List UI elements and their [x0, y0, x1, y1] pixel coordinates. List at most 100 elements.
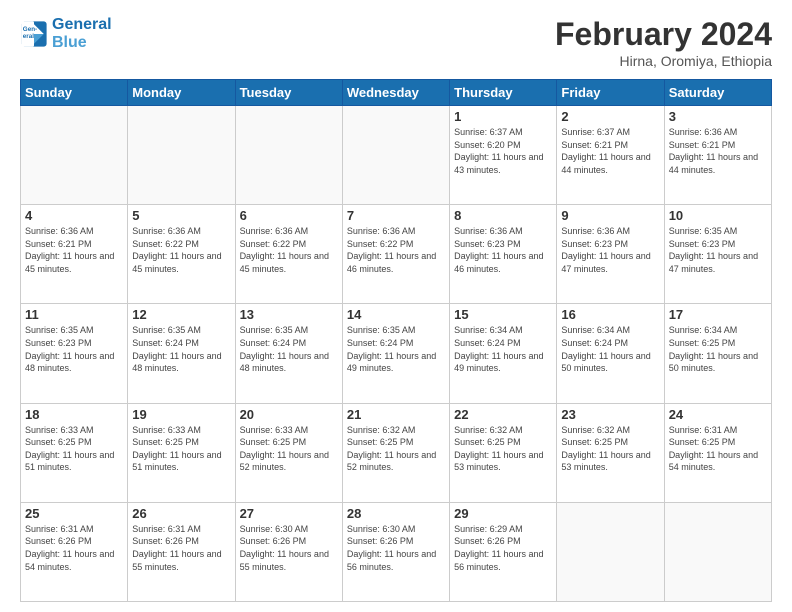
day-number: 4 — [25, 208, 123, 223]
week-row-2: 4 Sunrise: 6:36 AM Sunset: 6:21 PM Daylig… — [21, 205, 772, 304]
day-info: Sunrise: 6:34 AM Sunset: 6:24 PM Dayligh… — [561, 324, 659, 374]
day-cell: 4 Sunrise: 6:36 AM Sunset: 6:21 PM Daylig… — [21, 205, 128, 304]
day-info: Sunrise: 6:32 AM Sunset: 6:25 PM Dayligh… — [347, 424, 445, 474]
day-cell — [557, 502, 664, 601]
day-info: Sunrise: 6:29 AM Sunset: 6:26 PM Dayligh… — [454, 523, 552, 573]
day-cell: 23 Sunrise: 6:32 AM Sunset: 6:25 PM Dayli… — [557, 403, 664, 502]
day-number: 9 — [561, 208, 659, 223]
weekday-header-wednesday: Wednesday — [342, 80, 449, 106]
weekday-header-saturday: Saturday — [664, 80, 771, 106]
day-info: Sunrise: 6:35 AM Sunset: 6:23 PM Dayligh… — [25, 324, 123, 374]
day-cell: 11Sunrise: 6:35 AM Sunset: 6:23 PM Dayli… — [21, 304, 128, 403]
day-info: Sunrise: 6:34 AM Sunset: 6:24 PM Dayligh… — [454, 324, 552, 374]
weekday-header-friday: Friday — [557, 80, 664, 106]
day-info: Sunrise: 6:31 AM Sunset: 6:25 PM Dayligh… — [669, 424, 767, 474]
day-info: Sunrise: 6:32 AM Sunset: 6:25 PM Dayligh… — [561, 424, 659, 474]
weekday-header-tuesday: Tuesday — [235, 80, 342, 106]
day-info: Sunrise: 6:37 AM Sunset: 6:20 PM Dayligh… — [454, 126, 552, 176]
day-cell: 22 Sunrise: 6:32 AM Sunset: 6:25 PM Dayli… — [450, 403, 557, 502]
day-info: Sunrise: 6:36 AM Sunset: 6:22 PM Dayligh… — [240, 225, 338, 275]
day-cell: 12Sunrise: 6:35 AM Sunset: 6:24 PM Dayli… — [128, 304, 235, 403]
day-cell: 29 Sunrise: 6:29 AM Sunset: 6:26 PM Dayli… — [450, 502, 557, 601]
day-cell: 15 Sunrise: 6:34 AM Sunset: 6:24 PM Dayli… — [450, 304, 557, 403]
weekday-header-row: SundayMondayTuesdayWednesdayThursdayFrid… — [21, 80, 772, 106]
day-cell: 18 Sunrise: 6:33 AM Sunset: 6:25 PM Dayli… — [21, 403, 128, 502]
day-number: 6 — [240, 208, 338, 223]
day-cell — [21, 106, 128, 205]
day-info: Sunrise: 6:34 AM Sunset: 6:25 PM Dayligh… — [669, 324, 767, 374]
day-info: Sunrise: 6:35 AM Sunset: 6:24 PM Dayligh… — [347, 324, 445, 374]
day-cell: 25 Sunrise: 6:31 AM Sunset: 6:26 PM Dayli… — [21, 502, 128, 601]
day-number: 20 — [240, 407, 338, 422]
day-cell: 21 Sunrise: 6:32 AM Sunset: 6:25 PM Dayli… — [342, 403, 449, 502]
day-number: 18 — [25, 407, 123, 422]
day-info: Sunrise: 6:36 AM Sunset: 6:23 PM Dayligh… — [454, 225, 552, 275]
day-cell: 28 Sunrise: 6:30 AM Sunset: 6:26 PM Dayli… — [342, 502, 449, 601]
weekday-header-sunday: Sunday — [21, 80, 128, 106]
day-info: Sunrise: 6:31 AM Sunset: 6:26 PM Dayligh… — [132, 523, 230, 573]
day-cell: 8 Sunrise: 6:36 AM Sunset: 6:23 PM Daylig… — [450, 205, 557, 304]
day-number: 5 — [132, 208, 230, 223]
calendar-table: SundayMondayTuesdayWednesdayThursdayFrid… — [20, 79, 772, 602]
day-number: 28 — [347, 506, 445, 521]
day-number: 10 — [669, 208, 767, 223]
day-info: Sunrise: 6:33 AM Sunset: 6:25 PM Dayligh… — [25, 424, 123, 474]
logo-general: General — [52, 16, 112, 34]
day-cell: 9 Sunrise: 6:36 AM Sunset: 6:23 PM Daylig… — [557, 205, 664, 304]
day-number: 14 — [347, 307, 445, 322]
location: Hirna, Oromiya, Ethiopia — [555, 53, 772, 69]
day-info: Sunrise: 6:35 AM Sunset: 6:23 PM Dayligh… — [669, 225, 767, 275]
week-row-4: 18 Sunrise: 6:33 AM Sunset: 6:25 PM Dayli… — [21, 403, 772, 502]
day-number: 19 — [132, 407, 230, 422]
day-info: Sunrise: 6:36 AM Sunset: 6:21 PM Dayligh… — [25, 225, 123, 275]
weekday-header-monday: Monday — [128, 80, 235, 106]
day-number: 1 — [454, 109, 552, 124]
day-info: Sunrise: 6:33 AM Sunset: 6:25 PM Dayligh… — [132, 424, 230, 474]
day-number: 21 — [347, 407, 445, 422]
logo: Gen- eral General Blue — [20, 16, 112, 52]
day-info: Sunrise: 6:36 AM Sunset: 6:21 PM Dayligh… — [669, 126, 767, 176]
day-number: 17 — [669, 307, 767, 322]
day-info: Sunrise: 6:32 AM Sunset: 6:25 PM Dayligh… — [454, 424, 552, 474]
weekday-header-thursday: Thursday — [450, 80, 557, 106]
day-info: Sunrise: 6:36 AM Sunset: 6:22 PM Dayligh… — [347, 225, 445, 275]
day-info: Sunrise: 6:36 AM Sunset: 6:23 PM Dayligh… — [561, 225, 659, 275]
day-number: 29 — [454, 506, 552, 521]
svg-text:Gen-: Gen- — [23, 26, 37, 33]
day-cell — [664, 502, 771, 601]
day-number: 27 — [240, 506, 338, 521]
day-number: 26 — [132, 506, 230, 521]
logo-icon: Gen- eral — [20, 20, 48, 48]
day-number: 12 — [132, 307, 230, 322]
day-number: 7 — [347, 208, 445, 223]
week-row-5: 25 Sunrise: 6:31 AM Sunset: 6:26 PM Dayli… — [21, 502, 772, 601]
day-info: Sunrise: 6:30 AM Sunset: 6:26 PM Dayligh… — [347, 523, 445, 573]
day-cell: 16Sunrise: 6:34 AM Sunset: 6:24 PM Dayli… — [557, 304, 664, 403]
day-info: Sunrise: 6:30 AM Sunset: 6:26 PM Dayligh… — [240, 523, 338, 573]
day-number: 25 — [25, 506, 123, 521]
day-cell: 14 Sunrise: 6:35 AM Sunset: 6:24 PM Dayli… — [342, 304, 449, 403]
day-cell — [235, 106, 342, 205]
day-cell: 13 Sunrise: 6:35 AM Sunset: 6:24 PM Dayli… — [235, 304, 342, 403]
header: Gen- eral General Blue February 2024 Hir… — [20, 16, 772, 69]
day-cell — [128, 106, 235, 205]
svg-text:eral: eral — [23, 33, 34, 40]
title-block: February 2024 Hirna, Oromiya, Ethiopia — [555, 16, 772, 69]
day-number: 22 — [454, 407, 552, 422]
day-number: 15 — [454, 307, 552, 322]
day-info: Sunrise: 6:35 AM Sunset: 6:24 PM Dayligh… — [240, 324, 338, 374]
logo-text-block: General Blue — [52, 16, 112, 52]
day-cell: 7 Sunrise: 6:36 AM Sunset: 6:22 PM Daylig… — [342, 205, 449, 304]
week-row-3: 11Sunrise: 6:35 AM Sunset: 6:23 PM Dayli… — [21, 304, 772, 403]
day-number: 23 — [561, 407, 659, 422]
day-cell: 17 Sunrise: 6:34 AM Sunset: 6:25 PM Dayli… — [664, 304, 771, 403]
day-info: Sunrise: 6:31 AM Sunset: 6:26 PM Dayligh… — [25, 523, 123, 573]
day-cell: 5 Sunrise: 6:36 AM Sunset: 6:22 PM Daylig… — [128, 205, 235, 304]
day-number: 8 — [454, 208, 552, 223]
day-cell: 24Sunrise: 6:31 AM Sunset: 6:25 PM Dayli… — [664, 403, 771, 502]
day-info: Sunrise: 6:36 AM Sunset: 6:22 PM Dayligh… — [132, 225, 230, 275]
day-cell: 19 Sunrise: 6:33 AM Sunset: 6:25 PM Dayli… — [128, 403, 235, 502]
day-number: 13 — [240, 307, 338, 322]
day-cell — [342, 106, 449, 205]
day-cell: 26 Sunrise: 6:31 AM Sunset: 6:26 PM Dayli… — [128, 502, 235, 601]
